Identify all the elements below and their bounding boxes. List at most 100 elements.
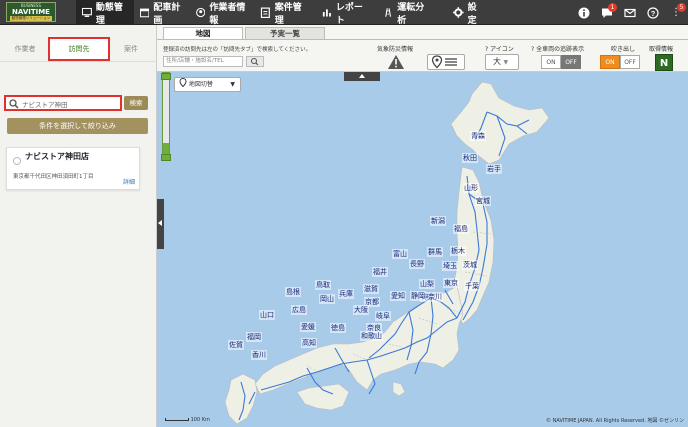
map-toolbar: 地図 予実一覧 登録済の訪問先は左の「訪問先タブ」で検索してください。 住所/店… (157, 25, 688, 72)
chat-icon[interactable]: 1 (601, 2, 617, 19)
city-label: 岐阜 (375, 311, 391, 321)
city-label: 徳島 (330, 323, 346, 333)
track-all-label: ? 全車両の追跡表示 (531, 46, 585, 53)
nav-label: 運転分析 (397, 2, 425, 26)
track-off-toggle[interactable]: OFF (561, 55, 581, 69)
tab-map[interactable]: 地図 (163, 27, 243, 39)
zoom-in-icon[interactable] (161, 73, 171, 80)
nav-label: 動態管理 (95, 2, 123, 26)
city-label: 福島 (453, 224, 469, 234)
city-label: 千葉 (464, 281, 480, 291)
road-icon (385, 8, 392, 17)
city-label: 茨城 (462, 260, 478, 270)
search-hint: 登録済の訪問先は左の「訪問先タブ」で検索してください。 (163, 47, 312, 53)
more-badge: 5 (677, 2, 686, 12)
japan-map (224, 81, 550, 425)
search-button[interactable]: 検索 (124, 96, 148, 110)
tab-workers[interactable]: 作業者 (4, 37, 46, 61)
nav-item-settings[interactable]: 設定 (447, 0, 491, 26)
city-label: 山口 (259, 310, 275, 320)
nav-item-dynamic-management[interactable]: 動態管理 (76, 0, 134, 26)
monitor-icon (82, 7, 92, 17)
chevron-down-icon: ▼ (503, 59, 509, 66)
city-label: 東京 (443, 278, 459, 288)
city-label: 福井 (372, 267, 388, 277)
map-copyright: © NAVITIME JAPAN. All Rights Reserved. 地… (546, 418, 684, 424)
check-circle-icon[interactable] (13, 157, 21, 165)
nav-label: 作業者情報 (209, 2, 246, 26)
info-icon[interactable] (578, 7, 590, 19)
result-card[interactable]: ナビストア神田店 東京都千代田区神田須田町1丁目 詳細 (6, 147, 140, 190)
city-label: 和歌山 (360, 331, 383, 341)
nav-label: 案件管理 (274, 2, 302, 26)
city-label: 青森 (470, 131, 486, 141)
city-label: 高知 (301, 338, 317, 348)
icon-size-select[interactable]: 大 ▼ (485, 54, 519, 70)
left-panel: 作業者 訪問先 案件 検索 条件を選択して絞り込み ナビストア神田店 東京都千代… (0, 25, 157, 427)
toolbar-toggle-handle[interactable] (344, 72, 380, 81)
collapse-panel-handle[interactable] (157, 199, 164, 249)
congestion-n-button[interactable]: N (655, 54, 673, 71)
address-search-input[interactable]: 住所/店舗・施設名/TEL (163, 56, 243, 67)
balloon-on-toggle[interactable]: ON (600, 55, 620, 69)
filter-conditions-button[interactable]: 条件を選択して絞り込み (7, 118, 148, 134)
weather-disaster-button[interactable] (387, 54, 405, 70)
zoom-out-icon[interactable] (161, 154, 171, 161)
city-label: 愛知 (390, 291, 406, 301)
balloon-label: 吹き出し (611, 46, 636, 53)
gear-icon (453, 7, 464, 18)
city-label: 栃木 (450, 246, 466, 256)
city-label: 香川 (251, 350, 267, 360)
search-icon (9, 99, 19, 109)
tab-visit-destinations[interactable]: 訪問先 (48, 37, 110, 61)
zoom-slider[interactable] (161, 72, 171, 161)
city-label: 群馬 (427, 247, 443, 257)
congestion-label: 取得情報 (649, 46, 674, 53)
help-mark: ? (485, 46, 489, 53)
city-label: 岡山 (319, 294, 335, 304)
top-navbar: BUSINESS NAVITIME 動態管理ソリューション 動態管理 配車計画 … (0, 0, 688, 26)
clipboard-icon (260, 7, 270, 18)
navitime-logo[interactable]: BUSINESS NAVITIME 動態管理ソリューション (6, 2, 56, 22)
nav-item-report[interactable]: レポート (316, 0, 374, 26)
icon-size-label: ? アイコン (485, 46, 514, 53)
address-search-button[interactable] (246, 56, 264, 67)
city-label: 山梨 (419, 279, 435, 289)
person-circle-icon (196, 7, 206, 18)
result-address: 東京都千代田区神田須田町1丁目 (13, 174, 94, 180)
nav-item-worker-info[interactable]: 作業者情報 (190, 0, 254, 26)
city-label: 岩手 (486, 164, 502, 174)
map-canvas[interactable]: 地図切替 ▼ 北海道青森秋田岩手山形宮城新潟福島富山群馬栃木長野埼玉茨城福井東京… (157, 72, 688, 427)
city-label: 大阪 (353, 305, 369, 315)
city-label: 兵庫 (338, 289, 354, 299)
city-label: 山形 (463, 183, 479, 193)
city-label: 長野 (409, 259, 425, 269)
search-input[interactable] (22, 98, 118, 109)
map-scale: 100 Km (165, 417, 210, 423)
track-on-toggle[interactable]: ON (541, 55, 561, 69)
tab-plan-vs-actual[interactable]: 予実一覧 (245, 27, 325, 39)
nav-item-dispatch-plan[interactable]: 配車計画 (134, 0, 190, 26)
bar-chart-icon (322, 9, 331, 17)
city-label: 滋賀 (363, 284, 379, 294)
city-label: 埼玉 (442, 261, 458, 271)
balloon-off-toggle[interactable]: OFF (620, 55, 640, 69)
more-icon[interactable]: ⋮ 5 (670, 2, 686, 19)
detail-link[interactable]: 詳細 (123, 177, 135, 186)
mail-icon[interactable] (624, 7, 636, 19)
map-switch-dropdown[interactable]: 地図切替 ▼ (174, 77, 241, 92)
nav-item-case-management[interactable]: 案件管理 (254, 0, 316, 26)
search-box[interactable] (4, 95, 122, 111)
city-label: 広島 (291, 305, 307, 315)
chat-badge: 1 (608, 2, 617, 12)
tab-cases[interactable]: 案件 (110, 37, 152, 61)
pin-list-toggle[interactable] (427, 54, 465, 70)
result-name: ナビストア神田店 (25, 152, 89, 161)
city-label: 新潟 (430, 216, 446, 226)
calendar-icon (140, 8, 150, 18)
help-icon[interactable]: ? (647, 6, 659, 19)
nav-item-driving-analysis[interactable]: 運転分析 (377, 0, 437, 26)
city-label: 宮城 (475, 196, 491, 206)
weather-label: 気象防災情報 (377, 46, 414, 53)
city-label: 静岡 (410, 291, 426, 301)
